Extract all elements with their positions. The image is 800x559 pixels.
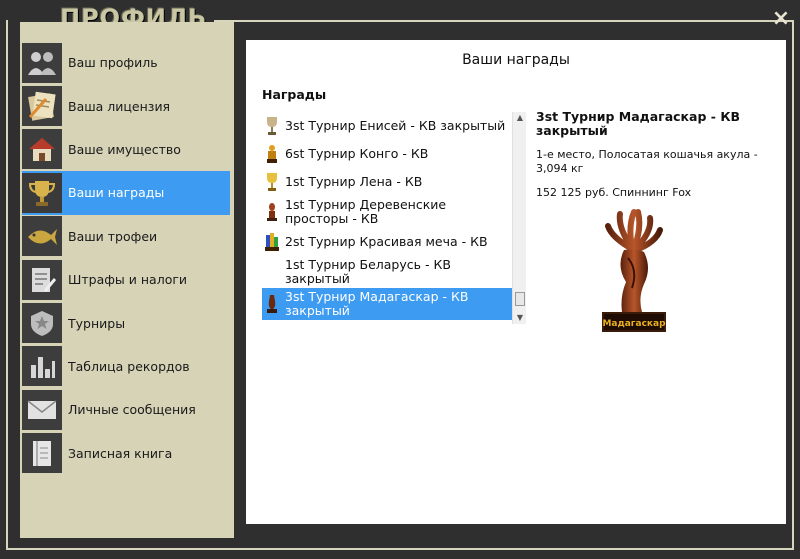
fines-icon [22, 259, 62, 300]
license-icon [22, 86, 62, 127]
awards-list: 3st Турнир Енисей - КВ закрытый 6st Турн… [262, 112, 512, 324]
list-item[interactable]: 1st Турнир Деревенские просторы - КВ [262, 196, 512, 228]
frame-divider-top [214, 20, 794, 22]
sidebar-item-label: Штрафы и налоги [68, 272, 188, 288]
award-statue-image: Мадагаскар [598, 208, 670, 338]
awards-heading: Награды [262, 87, 327, 102]
list-item-selected[interactable]: 3st Турнир Мадагаскар - КВ закрытый [262, 288, 512, 320]
trophy-icon [22, 172, 62, 213]
award-detail-prize: 152 125 руб. Спиннинг Fox [536, 186, 692, 199]
sidebar-item-property[interactable]: Ваше имущество [22, 128, 230, 171]
bronze-trophy-icon [262, 201, 282, 223]
tournament-icon [22, 303, 62, 344]
list-item[interactable]: 3st Турнир Енисей - КВ закрытый [262, 112, 512, 140]
main-panel: Ваши награды Награды 3st Турнир Енисей -… [246, 40, 786, 524]
sidebar-item-license[interactable]: Ваша лицензия [22, 84, 230, 127]
award-detail-title: 3st Турнир Мадагаскар - КВ закрытый [536, 109, 741, 138]
award-name: 2st Турнир Красивая меча - КВ [285, 234, 488, 249]
records-icon [22, 346, 62, 387]
list-item[interactable]: 6st Турнир Конго - КВ [262, 140, 512, 168]
sidebar-item-messages[interactable]: Личные сообщения [22, 388, 230, 431]
list-item[interactable]: 2st Турнир Красивая меча - КВ [262, 228, 512, 256]
page-title: Ваши награды [462, 52, 570, 68]
gold-cup-icon [262, 171, 282, 193]
multi-trophy-icon [262, 231, 282, 253]
envelope-icon [22, 389, 62, 430]
gold-trophy-icon [262, 143, 282, 165]
scroll-up-icon[interactable]: ▲ [513, 112, 527, 124]
sidebar-item-label: Ваши награды [68, 185, 165, 201]
users-icon [22, 42, 62, 83]
wooden-statue-icon [262, 293, 282, 315]
house-icon [22, 129, 62, 170]
frame-divider-right [792, 20, 794, 550]
statue-plaque-text: Мадагаскар [602, 319, 666, 329]
awards-list-scrollbar[interactable]: ▲ ▼ [512, 112, 526, 324]
silver-trophy-icon [262, 115, 282, 137]
sidebar-item-label: Таблица рекордов [68, 358, 190, 374]
fish-icon [22, 216, 62, 257]
award-name: 6st Турнир Конго - КВ [285, 146, 429, 161]
award-name: 3st Турнир Енисей - КВ закрытый [285, 118, 506, 133]
sidebar: Ваш профиль Ваша лицензия Ваше имущество [22, 41, 230, 475]
notebook-icon [22, 433, 62, 474]
sidebar-item-label: Ваше имущество [68, 141, 181, 157]
sidebar-item-trophies[interactable]: Ваши трофеи [22, 215, 230, 258]
sidebar-item-profile[interactable]: Ваш профиль [22, 41, 230, 84]
sidebar-item-label: Записная книга [68, 445, 173, 461]
sidebar-item-label: Ваши трофеи [68, 228, 158, 244]
sidebar-item-label: Личные сообщения [68, 402, 196, 418]
award-name: 3st Турнир Мадагаскар - КВ закрытый [285, 289, 469, 318]
list-item[interactable]: 1st Турнир Лена - КВ [262, 168, 512, 196]
award-detail-description: 1-е место, Полосатая кошачья акула - 3,0… [536, 148, 758, 175]
sidebar-item-awards[interactable]: Ваши награды [22, 171, 230, 215]
award-detail: 3st Турнир Мадагаскар - КВ закрытый 1-е … [536, 109, 776, 200]
sidebar-item-fines[interactable]: Штрафы и налоги [22, 258, 230, 301]
sidebar-item-label: Турниры [68, 315, 126, 331]
frame-divider-left [6, 20, 8, 550]
scrollbar-thumb[interactable] [515, 292, 525, 306]
list-item[interactable]: 1st Турнир Беларусь - КВ закрытый [262, 256, 512, 288]
sidebar-item-label: Ваша лицензия [68, 98, 171, 114]
award-name: 1st Турнир Лена - КВ [285, 174, 423, 189]
sidebar-item-label: Ваш профиль [68, 55, 158, 71]
award-name: 1st Турнир Деревенские просторы - КВ [285, 197, 447, 226]
frame-divider-bottom [6, 548, 794, 550]
award-name: 1st Турнир Беларусь - КВ закрытый [285, 257, 451, 286]
sidebar-item-tournaments[interactable]: Турниры [22, 301, 230, 344]
scroll-down-icon[interactable]: ▼ [513, 312, 527, 324]
sidebar-item-records[interactable]: Таблица рекордов [22, 345, 230, 388]
sidebar-item-notebook[interactable]: Записная книга [22, 432, 230, 475]
